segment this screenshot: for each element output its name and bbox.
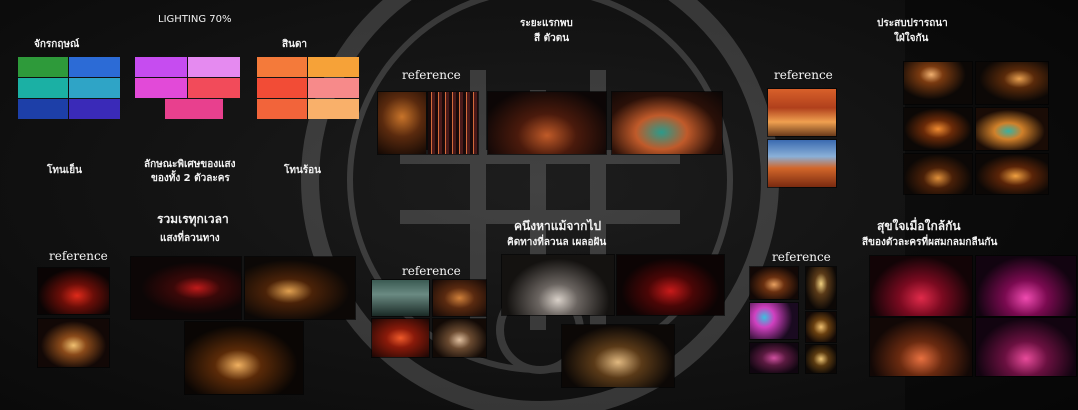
swatch-warm-1: [257, 57, 307, 77]
reference-photo-mountain-lake: [768, 140, 836, 187]
label-first-meet-title: ระยะแรกพบ: [520, 18, 573, 29]
label-longing-sub: คิดทางที่ลวนล เผลอฝัน: [507, 237, 607, 248]
moodboard-canvas: จักรกฤษณ์ LIGHTING 70% สินดา ระยะแรกพบ ส…: [0, 0, 1078, 410]
gather-photo-1: [131, 257, 241, 319]
reference-photo-mist-trees: [372, 280, 429, 316]
reference-photo-happy-3: [750, 303, 798, 339]
happy-photo-4: [976, 318, 1076, 376]
wish-photo-6: [976, 154, 1048, 194]
reference-photo-autumn-arch: [378, 92, 426, 154]
label-lighting: LIGHTING 70%: [158, 14, 232, 25]
label-warm-tone: โทนร้อน: [284, 165, 322, 176]
reference-photo-fire: [372, 319, 429, 357]
swatch-cool-6: [69, 99, 120, 119]
reference-label-first-meet: reference: [402, 68, 461, 82]
happy-photo-2: [976, 256, 1076, 316]
swatch-cool-3: [18, 78, 68, 98]
label-special-1: ลักษณะพิเศษของแสง: [144, 159, 236, 170]
reference-photo-happy-2: [806, 267, 836, 309]
swatch-warm-5: [257, 99, 307, 119]
swatch-cool-4: [69, 78, 120, 98]
longing-photo-2: [617, 255, 724, 315]
cool-tone-swatch-grid: [18, 57, 120, 119]
swatch-lighting-2: [188, 57, 240, 77]
label-gather-title: รวมเรทุกเวลา: [157, 212, 229, 226]
label-cool-tone: โทนเย็น: [47, 165, 82, 176]
reference-photo-light-curtain: [428, 92, 478, 154]
reference-label-wish: reference: [774, 68, 833, 82]
swatch-lighting-4: [188, 78, 240, 98]
first-meet-stage-photo-2: [612, 92, 722, 154]
happy-photo-3: [870, 318, 972, 376]
reference-photo-dancer: [433, 319, 486, 357]
reference-label-happy: reference: [772, 250, 831, 264]
label-first-meet-sub: สี ตัวตน: [534, 33, 570, 44]
label-happy-sub: สีของตัวละครที่ผสมกลมกลืนกัน: [862, 237, 998, 248]
happy-photo-1: [870, 256, 972, 316]
label-wish-sub: ใฝ่ใจกัน: [894, 33, 929, 44]
reference-photo-happy-6: [806, 345, 836, 373]
gather-photo-3: [185, 322, 303, 394]
wish-photo-1: [904, 62, 972, 104]
swatch-cool-1: [18, 57, 68, 77]
swatch-warm-2: [308, 57, 359, 77]
swatch-warm-6: [308, 99, 359, 119]
wish-photo-2: [976, 62, 1048, 104]
reference-photo-happy-5: [750, 343, 798, 373]
reference-photo-autumn-road: [768, 89, 836, 136]
swatch-warm-3: [257, 78, 307, 98]
wish-photo-3: [904, 108, 972, 150]
swatch-lighting-3: [135, 78, 187, 98]
label-product: สินดา: [282, 39, 308, 50]
wish-photo-4: [976, 108, 1048, 150]
wish-photo-5: [904, 154, 972, 194]
warm-tone-swatch-grid: [257, 57, 359, 119]
reference-photo-amber-room: [433, 280, 486, 316]
lighting-swatch-grid: [135, 57, 240, 119]
first-meet-stage-photo-1: [488, 92, 606, 154]
reference-photo-happy-1: [750, 267, 798, 299]
label-happy-title: สุขใจเมื่อใกล้กัน: [877, 219, 961, 233]
swatch-cool-5: [18, 99, 68, 119]
reference-photo-happy-4: [806, 312, 836, 342]
reference-photo-warm-stage: [38, 319, 109, 367]
label-gather-sub: แสงที่ลวนทาง: [160, 233, 220, 244]
label-color-wheel: จักรกฤษณ์: [34, 39, 80, 50]
swatch-cool-2: [69, 57, 120, 77]
label-wish-title: ประสบปรารถนา: [877, 18, 948, 29]
longing-photo-3: [562, 325, 674, 387]
swatch-lighting-5: [165, 99, 223, 119]
longing-photo-1: [502, 255, 614, 315]
label-special-2: ของทั้ง 2 ตัวละคร: [151, 173, 230, 184]
label-longing-title: คนึงหาแม้จากไป: [514, 219, 602, 233]
reference-label-longing: reference: [402, 264, 461, 278]
swatch-lighting-1: [135, 57, 187, 77]
reference-photo-red-stage: [38, 268, 109, 314]
reference-label-left: reference: [49, 249, 108, 263]
gather-photo-2: [245, 257, 355, 319]
swatch-warm-4: [308, 78, 359, 98]
